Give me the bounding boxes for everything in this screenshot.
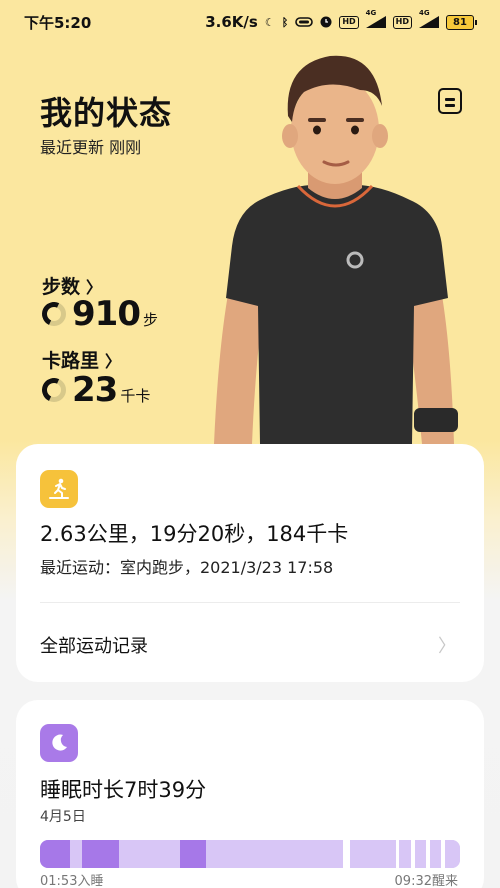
avatar-figure [214,55,458,444]
signal-icon: 4G [365,9,386,28]
exercise-summary: 2.63公里，19分20秒，184千卡 [40,522,349,546]
net-type-label: 4G [365,9,377,17]
page-title: 我的状态 [40,94,173,132]
sleep-segment-deep [81,840,120,868]
net-type-label: 4G [419,9,430,17]
moon-icon: ☾ [264,15,275,29]
network-speed: 3.6K/s [205,13,258,31]
sleep-segment-deep [180,840,207,868]
bluetooth-icon: ᛒ [281,15,289,29]
sleep-segment-light [414,840,426,868]
hd-icon: HD [339,15,359,29]
all-records-link[interactable]: 全部运动记录 [40,632,148,658]
sleep-card[interactable]: 睡眠时长7时39分 4月5日 01:53入睡 09:32醒来 [16,700,484,888]
sleep-duration: 睡眠时长7时39分 [40,778,207,802]
sleep-end-time: 09:32醒来 [394,874,458,888]
sleep-segment-light [119,840,180,868]
chevron-right-icon: 〉 [105,351,122,371]
exercise-recent: 最近运动：室内跑步，2021/3/23 17:58 [40,558,334,577]
sleep-segment-light [70,840,82,868]
signal-icon: 4G [419,9,439,28]
exercise-card[interactable]: 2.63公里，19分20秒，184千卡 最近运动：室内跑步，2021/3/23 … [16,444,484,682]
sleep-segment-light [399,840,411,868]
hd-icon: HD [392,15,412,29]
calories-unit: 千卡 [120,387,151,405]
sleep-segment-light [429,840,442,868]
alarm-icon [320,16,332,28]
sleep-segment-deep [40,840,71,868]
sleep-segment-light [444,840,460,868]
moon-icon [40,724,78,762]
nfc-icon [295,17,314,27]
status-time: 下午5:20 [24,13,92,32]
sleep-start-time: 01:53入睡 [40,874,104,888]
last-updated: 最近更新 刚刚 [40,138,142,157]
sleep-segment-light [350,840,396,868]
steps-number: 910 [72,294,141,334]
chevron-right-icon[interactable]: 〉 [438,632,456,658]
sleep-timeline [40,840,460,868]
status-bar: 下午5:20 3.6K/s ☾ ᛒ HD 4G HD 4G 81 [0,0,500,44]
sleep-segment-gap [342,840,351,868]
calories-label[interactable]: 卡路里 〉 [42,346,121,373]
calories-ring-icon [42,378,66,402]
calories-number: 23 [72,370,118,410]
steps-unit: 步 [142,311,158,329]
calories-value: 23 千卡 [42,370,150,410]
sleep-segment-light [206,840,343,868]
battery-icon: 81 [446,14,477,30]
calories-label-text: 卡路里 [42,350,100,372]
steps-ring-icon [42,302,66,326]
steps-value: 910 步 [42,294,158,334]
treadmill-icon [40,470,78,508]
sleep-date: 4月5日 [40,809,86,825]
divider [40,602,460,603]
